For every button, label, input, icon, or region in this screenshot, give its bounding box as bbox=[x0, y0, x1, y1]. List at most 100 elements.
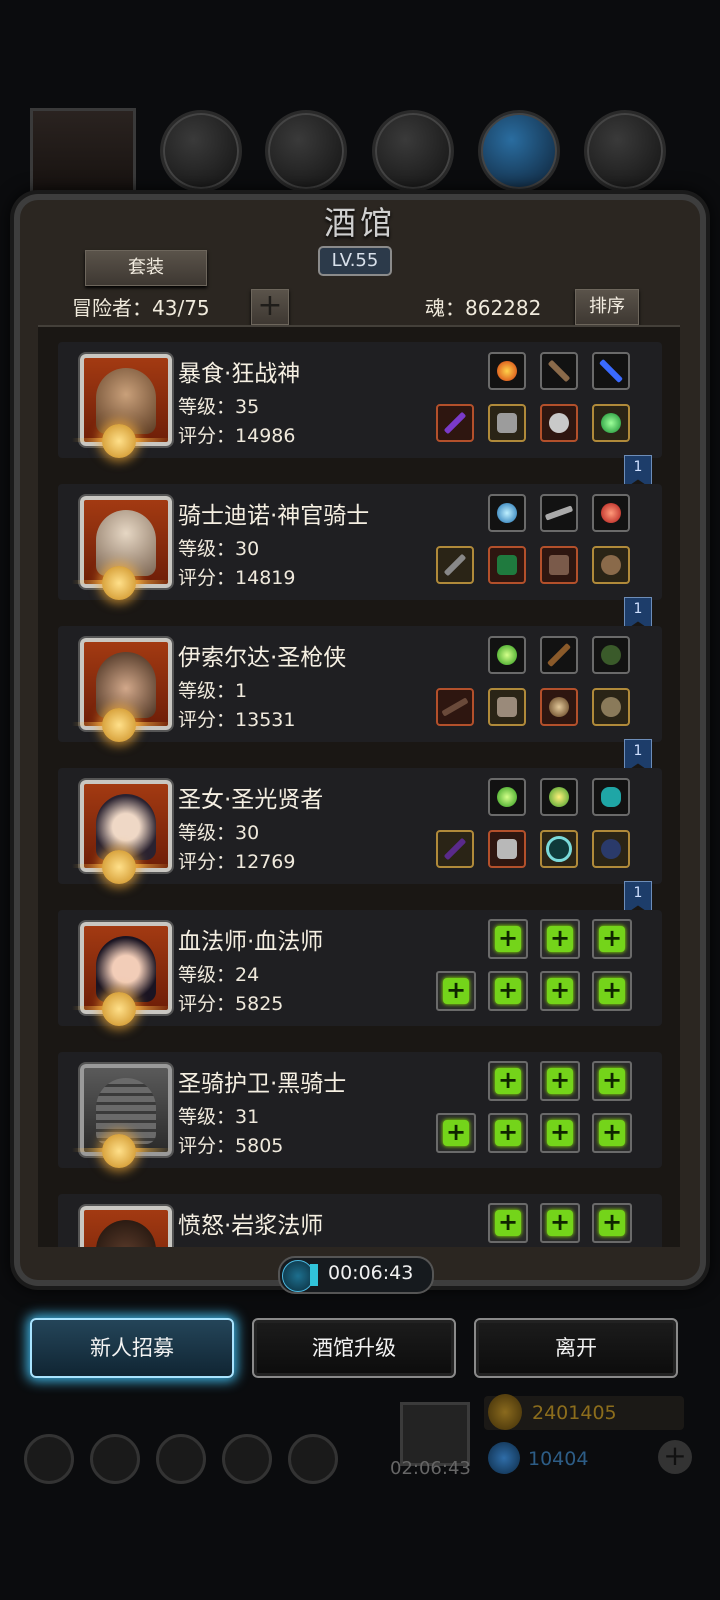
add-equipment-button[interactable]: + bbox=[592, 1061, 632, 1101]
add-equipment-button[interactable]: + bbox=[592, 1113, 632, 1153]
horned-armor-icon[interactable] bbox=[488, 688, 526, 726]
resource-icon bbox=[372, 110, 454, 192]
add-equipment-button[interactable]: + bbox=[488, 919, 528, 959]
adventurer-value: 43/75 bbox=[152, 296, 210, 320]
timer-progress bbox=[310, 1264, 318, 1286]
crystal-resource-icon bbox=[478, 110, 560, 192]
hero-card[interactable]: 愤怒·岩浆法师 + + + bbox=[58, 1194, 662, 1247]
add-equipment-button[interactable]: + bbox=[436, 971, 476, 1011]
tavern-level-badge: LV.55 bbox=[318, 246, 392, 276]
hero-name: 血法师·血法师 bbox=[178, 929, 324, 955]
staff-icon[interactable] bbox=[436, 404, 474, 442]
crystal-icon bbox=[488, 1442, 520, 1474]
star-emblem-icon bbox=[102, 708, 136, 742]
crossbow-icon[interactable] bbox=[436, 688, 474, 726]
green-flame-icon[interactable] bbox=[488, 778, 526, 816]
lantern-icon[interactable] bbox=[540, 778, 578, 816]
player-portrait[interactable] bbox=[30, 108, 136, 210]
sort-button[interactable]: 排序 bbox=[575, 289, 639, 325]
hero-card[interactable]: 暴食·狂战神 等级：35 评分：14986 bbox=[58, 342, 662, 458]
hero-card[interactable]: 骑士迪诺·神官骑士 等级：30 评分：14819 bbox=[58, 484, 662, 600]
hero-list[interactable]: 暴食·狂战神 等级：35 评分：14986 1 骑士迪诺·神官骑士 等级：30 … bbox=[38, 325, 680, 1247]
green-flame-icon[interactable] bbox=[488, 636, 526, 674]
robe-icon[interactable] bbox=[488, 830, 526, 868]
star-emblem-icon bbox=[102, 850, 136, 884]
hero-level: 等级：24 bbox=[178, 964, 260, 986]
hero-score: 评分：14986 bbox=[178, 425, 296, 447]
tavern-upgrade-button[interactable]: 酒馆升级 bbox=[252, 1318, 456, 1378]
star-emblem-icon bbox=[102, 1134, 136, 1168]
blue-blade-icon[interactable] bbox=[592, 352, 630, 390]
mask-icon[interactable] bbox=[592, 546, 630, 584]
wand-icon[interactable] bbox=[436, 830, 474, 868]
rifle-icon[interactable] bbox=[540, 636, 578, 674]
green-relic-icon[interactable] bbox=[592, 636, 630, 674]
add-equipment-button[interactable]: + bbox=[540, 1061, 580, 1101]
crystal-counter: 10404 bbox=[484, 1442, 684, 1476]
add-adventurer-slot-button[interactable]: + bbox=[251, 289, 289, 325]
recruit-button[interactable]: 新人招募 bbox=[30, 1318, 234, 1378]
star-emblem-icon bbox=[102, 424, 136, 458]
fire-rune-icon[interactable] bbox=[488, 352, 526, 390]
circlet-icon[interactable] bbox=[540, 830, 578, 868]
hero-level: 等级：35 bbox=[178, 396, 260, 418]
resource-icon bbox=[265, 110, 347, 192]
green-armor-icon[interactable] bbox=[488, 546, 526, 584]
menu-icon[interactable] bbox=[288, 1434, 338, 1484]
sword-icon[interactable] bbox=[540, 494, 578, 532]
menu-icon[interactable] bbox=[24, 1434, 74, 1484]
add-equipment-button[interactable]: + bbox=[488, 1203, 528, 1243]
star-emblem-icon bbox=[102, 992, 136, 1026]
hero-card[interactable]: 血法师·血法师 等级：24 评分：5825 + + + + + + + bbox=[58, 910, 662, 1026]
hero-name: 圣女·圣光贤者 bbox=[178, 787, 324, 813]
add-currency-button[interactable]: + bbox=[658, 1440, 692, 1474]
timer-text: 00:06:43 bbox=[328, 1262, 414, 1284]
turquoise-icon[interactable] bbox=[592, 778, 630, 816]
pendant-icon[interactable] bbox=[592, 830, 630, 868]
add-equipment-button[interactable]: + bbox=[488, 971, 528, 1011]
add-equipment-button[interactable]: + bbox=[592, 919, 632, 959]
gold-counter: 2401405 bbox=[484, 1394, 684, 1430]
gauntlet-icon[interactable] bbox=[592, 688, 630, 726]
menu-icon[interactable] bbox=[156, 1434, 206, 1484]
menu-icon[interactable] bbox=[90, 1434, 140, 1484]
adventurer-count: 冒险者：43/75 bbox=[72, 292, 210, 321]
gift-icon[interactable] bbox=[400, 1402, 470, 1466]
leave-button[interactable]: 离开 bbox=[474, 1318, 678, 1378]
hero-level: 等级：30 bbox=[178, 822, 260, 844]
gold-icon bbox=[488, 1394, 522, 1430]
orb-icon[interactable] bbox=[488, 494, 526, 532]
armor-icon[interactable] bbox=[488, 404, 526, 442]
add-equipment-button[interactable]: + bbox=[488, 1061, 528, 1101]
helmet-icon[interactable] bbox=[540, 404, 578, 442]
spear-icon[interactable] bbox=[540, 352, 578, 390]
resource-icon bbox=[584, 110, 666, 192]
hero-avatar bbox=[80, 1206, 172, 1247]
hero-card[interactable]: 圣骑护卫·黑骑士 等级：31 评分：5805 + + + + + + + bbox=[58, 1052, 662, 1168]
add-equipment-button[interactable]: + bbox=[592, 971, 632, 1011]
mail-icon[interactable] bbox=[222, 1434, 272, 1484]
amulet-icon[interactable] bbox=[540, 688, 578, 726]
add-equipment-button[interactable]: + bbox=[488, 1113, 528, 1153]
emerald-icon[interactable] bbox=[592, 404, 630, 442]
hero-card[interactable]: 圣女·圣光贤者 等级：30 评分：12769 bbox=[58, 768, 662, 884]
resource-icon bbox=[160, 110, 242, 192]
add-equipment-button[interactable]: + bbox=[540, 1113, 580, 1153]
mace-icon[interactable] bbox=[436, 546, 474, 584]
tome-icon[interactable] bbox=[540, 546, 578, 584]
ruby-icon[interactable] bbox=[592, 494, 630, 532]
add-equipment-button[interactable]: + bbox=[540, 971, 580, 1011]
add-equipment-button[interactable]: + bbox=[540, 919, 580, 959]
hero-name: 伊索尔达·圣枪侠 bbox=[178, 645, 347, 671]
recruit-timer: 00:06:43 bbox=[278, 1256, 434, 1294]
hero-name: 暴食·狂战神 bbox=[178, 361, 301, 387]
add-equipment-button[interactable]: + bbox=[436, 1113, 476, 1153]
set-button[interactable]: 套装 bbox=[85, 250, 207, 286]
hero-card[interactable]: 伊索尔达·圣枪侠 等级：1 评分：13531 bbox=[58, 626, 662, 742]
add-equipment-button[interactable]: + bbox=[540, 1203, 580, 1243]
add-equipment-button[interactable]: + bbox=[592, 1203, 632, 1243]
soul-label: 魂： bbox=[425, 296, 465, 320]
gold-value: 2401405 bbox=[532, 1402, 617, 1424]
soul-count: 魂：862282 bbox=[425, 292, 541, 321]
hero-score: 评分：5805 bbox=[178, 1135, 284, 1157]
